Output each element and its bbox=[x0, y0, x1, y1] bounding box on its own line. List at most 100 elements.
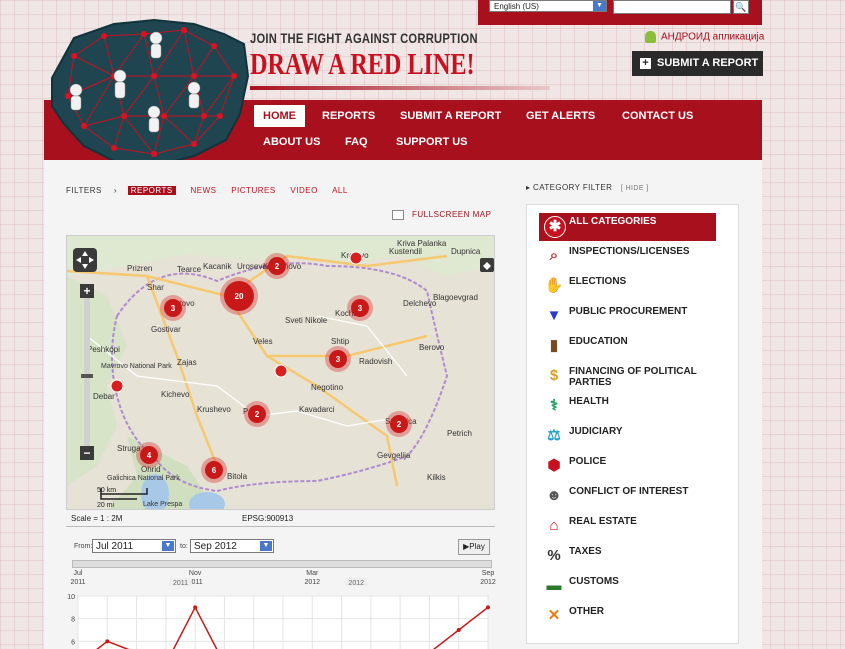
report-marker[interactable] bbox=[274, 364, 288, 378]
report-marker[interactable] bbox=[110, 379, 124, 393]
play-button[interactable]: ▶Play bbox=[458, 539, 490, 555]
category-elections[interactable]: ✋ ELECTIONS bbox=[539, 273, 716, 301]
nav-get-alerts[interactable]: GET ALERTS bbox=[517, 105, 604, 127]
chart-data-point bbox=[193, 605, 198, 610]
map-label: Shar bbox=[147, 283, 164, 292]
category-customs[interactable]: ▬ CUSTOMS bbox=[539, 573, 716, 601]
map-label: Dupnica bbox=[451, 247, 481, 256]
category-filter-header: ▸ CATEGORY FILTER [ HIDE ] bbox=[526, 183, 649, 192]
chart-year-label: 2012 bbox=[348, 580, 364, 587]
category-label: FINANCING OF POLITICAL PARTIES bbox=[569, 366, 697, 388]
nav-reports[interactable]: REPORTS bbox=[313, 105, 384, 127]
map-label: Petrich bbox=[447, 429, 472, 438]
zoom-slider[interactable] bbox=[84, 298, 90, 446]
zoom-out-glyph: − bbox=[83, 446, 90, 460]
map-canvas[interactable]: Prizren Tetovo Gostivar Kumanovo Kratovo… bbox=[67, 236, 495, 510]
category-real-estate[interactable]: ⌂ REAL ESTATE bbox=[539, 513, 716, 541]
category-taxes[interactable]: % TAXES bbox=[539, 543, 716, 571]
nav-about-us[interactable]: ABOUT US bbox=[254, 131, 329, 153]
submit-report-button[interactable]: + SUBMIT A REPORT bbox=[632, 51, 763, 76]
nav-home[interactable]: HOME bbox=[254, 105, 305, 127]
gavel-icon: ⚖ bbox=[547, 427, 561, 444]
nav-contact-us[interactable]: CONTACT US bbox=[613, 105, 702, 127]
language-select[interactable]: English (US) ▼ bbox=[489, 0, 607, 12]
stop-sign-icon: ⬢ bbox=[547, 457, 561, 474]
chevron-down-icon[interactable]: ▼ bbox=[593, 1, 606, 11]
map-label: Kacanik bbox=[203, 262, 232, 271]
cluster-count: 3 bbox=[171, 304, 176, 313]
category-label: INSPECTIONS/LICENSES bbox=[569, 246, 690, 257]
hide-categories-link[interactable]: [ HIDE ] bbox=[621, 185, 649, 192]
timeline-slider[interactable] bbox=[72, 560, 492, 568]
category-label: TAXES bbox=[569, 546, 602, 557]
reports-map[interactable]: Prizren Tetovo Gostivar Kumanovo Kratovo… bbox=[66, 235, 495, 510]
map-label: Prizren bbox=[127, 264, 152, 273]
category-label: OTHER bbox=[569, 606, 604, 617]
category-conflict-of-interest[interactable]: ☻ CONFLICT OF INTEREST bbox=[539, 483, 716, 511]
search-input[interactable] bbox=[613, 0, 731, 14]
fullscreen-map-link[interactable]: FULLSCREEN MAP bbox=[392, 210, 491, 220]
to-date-select[interactable]: Sep 2012 ▼ bbox=[190, 539, 274, 553]
map-label: Sveti Nikole bbox=[285, 316, 328, 325]
percent-icon: % bbox=[547, 547, 561, 564]
category-label: CONFLICT OF INTEREST bbox=[569, 486, 689, 497]
chart-y-tick-label: 10 bbox=[67, 594, 75, 601]
chevron-down-icon[interactable]: ▼ bbox=[162, 541, 174, 551]
chevron-down-icon[interactable]: ▼ bbox=[260, 541, 272, 551]
cluster-count: 2 bbox=[275, 262, 280, 271]
cluster-count: 2 bbox=[397, 420, 402, 429]
map-label: Shtip bbox=[331, 337, 350, 346]
category-public-procurement[interactable]: ▼ PUBLIC PROCUREMENT bbox=[539, 303, 716, 331]
to-label: to: bbox=[180, 543, 188, 550]
ballot-hand-icon: ✋ bbox=[544, 277, 564, 294]
from-date-select[interactable]: Jul 2011 ▼ bbox=[92, 539, 176, 553]
filter-news[interactable]: NEWS bbox=[190, 186, 216, 195]
to-date-value: Sep 2012 bbox=[194, 541, 237, 552]
category-label: HEALTH bbox=[569, 396, 609, 407]
filter-video[interactable]: VIDEO bbox=[290, 186, 317, 195]
plus-icon: + bbox=[640, 57, 651, 69]
chart-x-tick-label: 2012 bbox=[304, 579, 320, 586]
android-app-link[interactable]: АНДРОИД апликација bbox=[645, 31, 764, 43]
map-status-bar: Scale = 1 : 2M EPSG:900913 bbox=[66, 510, 495, 527]
category-label: PUBLIC PROCUREMENT bbox=[569, 306, 688, 317]
category-label: REAL ESTATE bbox=[569, 516, 637, 527]
magnifier-icon: ⌕ bbox=[549, 247, 559, 264]
search-button[interactable]: 🔍 bbox=[733, 0, 749, 14]
category-judiciary[interactable]: ⚖ JUDICIARY bbox=[539, 423, 716, 451]
nav-support-us[interactable]: SUPPORT US bbox=[387, 131, 477, 153]
map-projection-text: EPSG:900913 bbox=[242, 514, 294, 523]
house-icon: ⌂ bbox=[549, 517, 559, 534]
filter-reports[interactable]: REPORTS bbox=[127, 186, 176, 195]
map-label: Kustendil bbox=[389, 247, 422, 256]
scale-bar-top-label: 50 km bbox=[97, 487, 116, 494]
chart-year-label: 2011 bbox=[173, 580, 188, 587]
map-label: Bitola bbox=[227, 472, 248, 481]
nav-submit-report[interactable]: SUBMIT A REPORT bbox=[391, 105, 510, 127]
category-police[interactable]: ⬢ POLICE bbox=[539, 453, 716, 481]
cluster-count: 3 bbox=[358, 304, 363, 313]
map-label: Mavrovo National Park bbox=[101, 363, 172, 370]
map-label: Berovo bbox=[419, 343, 445, 352]
report-marker[interactable] bbox=[349, 251, 363, 265]
filter-all[interactable]: ALL bbox=[332, 186, 348, 195]
pan-control[interactable] bbox=[73, 248, 97, 272]
category-all-categories[interactable]: ✱ ALL CATEGORIES bbox=[539, 213, 716, 241]
android-link-label: АНДРОИД апликација bbox=[661, 31, 765, 43]
map-label: Kavadarci bbox=[299, 405, 335, 414]
category-health[interactable]: ⚕ HEALTH bbox=[539, 393, 716, 421]
category-inspections-licenses[interactable]: ⌕ INSPECTIONS/LICENSES bbox=[539, 243, 716, 271]
category-education[interactable]: ▮ EDUCATION bbox=[539, 333, 716, 361]
map-label: Debar bbox=[93, 392, 115, 401]
map-label: Gevgelija bbox=[377, 451, 411, 460]
arrow-right-icon: › bbox=[113, 186, 117, 195]
category-financing-of-political-parties[interactable]: $ FINANCING OF POLITICAL PARTIES bbox=[539, 363, 716, 391]
nav-faq[interactable]: FAQ bbox=[336, 131, 377, 153]
macedonia-logo-map[interactable] bbox=[44, 16, 254, 172]
header-tagline: JOIN THE FIGHT AGAINST CORRUPTION bbox=[250, 30, 478, 46]
chart-y-tick-label: 6 bbox=[71, 639, 75, 646]
filter-pictures[interactable]: PICTURES bbox=[231, 186, 275, 195]
zoom-slider-thumb[interactable] bbox=[81, 374, 93, 378]
category-other[interactable]: ✕ OTHER bbox=[539, 603, 716, 631]
zoom-in-glyph: + bbox=[83, 284, 90, 298]
